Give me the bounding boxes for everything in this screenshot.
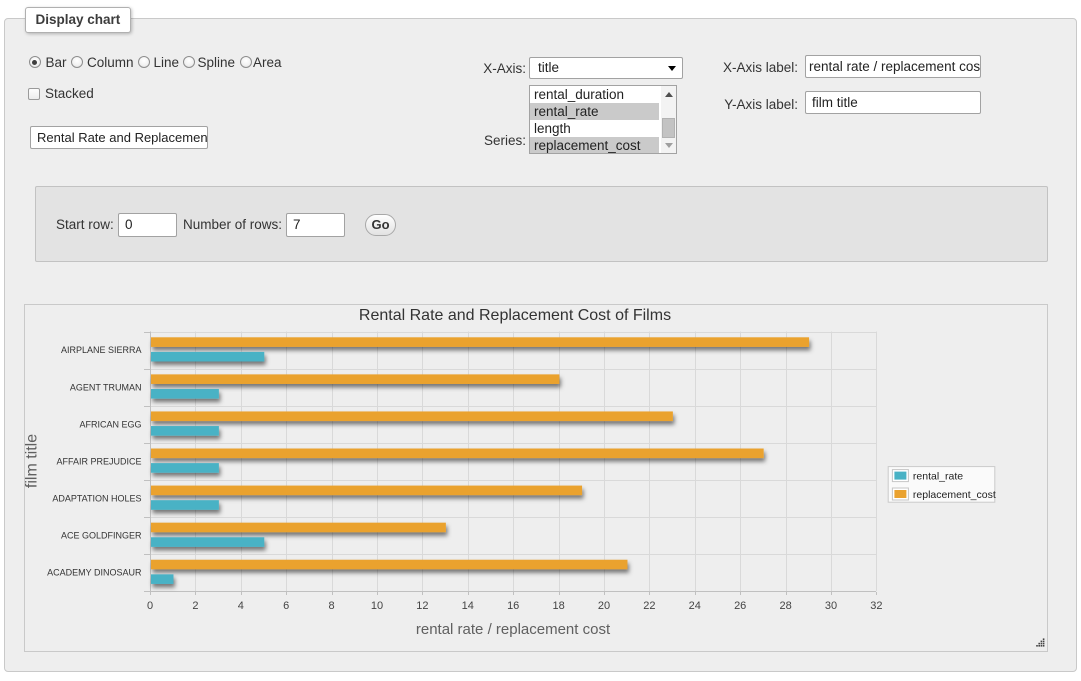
svg-text:4: 4 xyxy=(238,600,244,612)
svg-text:22: 22 xyxy=(643,600,655,612)
svg-text:6: 6 xyxy=(283,600,289,612)
svg-text:film title: film title xyxy=(24,434,41,488)
svg-text:28: 28 xyxy=(779,600,791,612)
svg-text:12: 12 xyxy=(416,600,428,612)
svg-text:2: 2 xyxy=(192,600,198,612)
svg-text:20: 20 xyxy=(598,600,610,612)
svg-text:ADAPTATION HOLES: ADAPTATION HOLES xyxy=(52,494,141,504)
svg-text:rental rate / replacement cost: rental rate / replacement cost xyxy=(416,621,611,638)
svg-text:0: 0 xyxy=(147,600,153,612)
svg-text:replacement_cost: replacement_cost xyxy=(913,489,996,501)
svg-text:30: 30 xyxy=(825,600,837,612)
svg-text:32: 32 xyxy=(870,600,882,612)
svg-text:Rental Rate and Replacement Co: Rental Rate and Replacement Cost of Film… xyxy=(359,307,671,324)
svg-text:26: 26 xyxy=(734,600,746,612)
svg-text:14: 14 xyxy=(462,600,474,612)
svg-text:ACE GOLDFINGER: ACE GOLDFINGER xyxy=(61,531,142,541)
svg-text:AIRPLANE SIERRA: AIRPLANE SIERRA xyxy=(61,345,142,355)
svg-text:18: 18 xyxy=(552,600,564,612)
svg-text:24: 24 xyxy=(689,600,701,612)
svg-text:16: 16 xyxy=(507,600,519,612)
svg-text:ACADEMY DINOSAUR: ACADEMY DINOSAUR xyxy=(47,568,142,578)
svg-text:10: 10 xyxy=(371,600,383,612)
svg-text:rental_rate: rental_rate xyxy=(913,470,963,482)
svg-text:8: 8 xyxy=(329,600,335,612)
svg-text:AGENT TRUMAN: AGENT TRUMAN xyxy=(70,382,142,392)
svg-text:AFRICAN EGG: AFRICAN EGG xyxy=(79,419,141,429)
svg-text:AFFAIR PREJUDICE: AFFAIR PREJUDICE xyxy=(56,456,141,466)
